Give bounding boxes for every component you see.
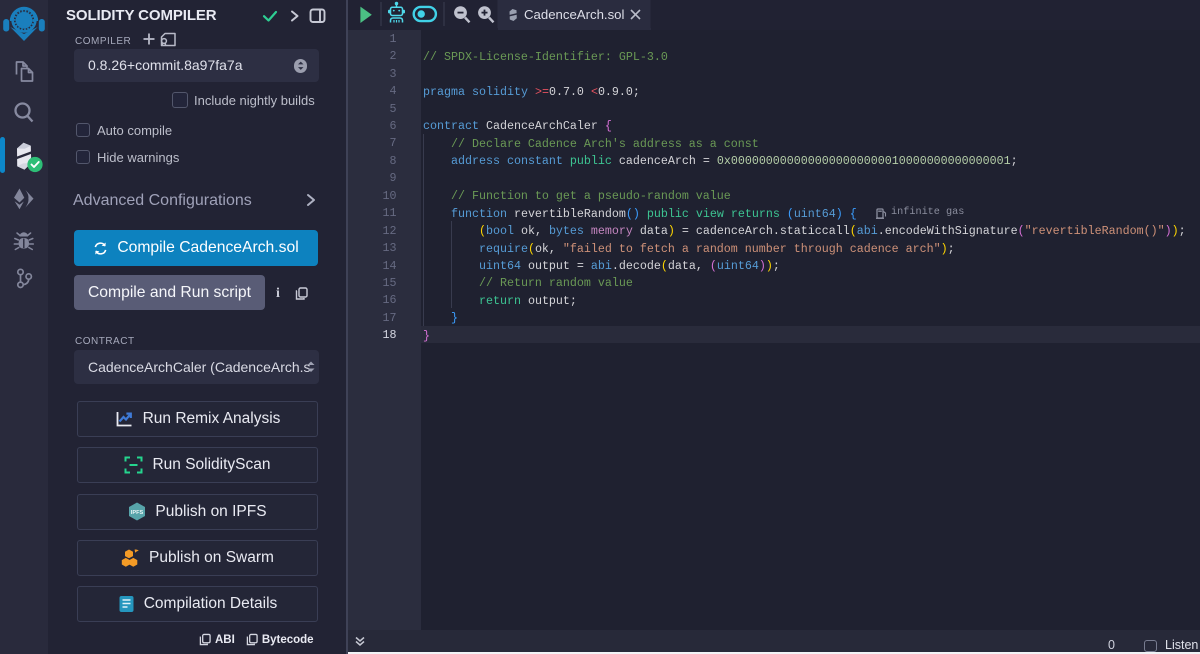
svg-text:IPFS: IPFS — [131, 510, 144, 516]
svg-text:CadenceArch.sol: CadenceArch.sol — [524, 7, 624, 22]
